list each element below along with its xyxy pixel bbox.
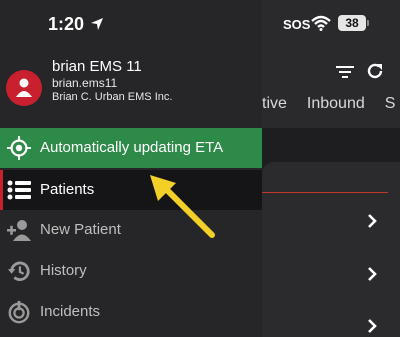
tab-active[interactable]: tive [262, 95, 287, 113]
background-list-panel [262, 162, 400, 337]
background-divider [262, 192, 388, 193]
crosshair-icon [7, 136, 31, 160]
menu-item-label: Patients [40, 181, 95, 198]
profile-header: brian EMS 11 brian.ems11 Brian C. Urban … [0, 52, 262, 122]
active-indicator [0, 170, 3, 210]
profile-username: brian.ems11 [52, 76, 118, 90]
menu-item-incidents[interactable]: Incidents [0, 292, 262, 332]
status-bar: 1:20 SOS 38 [0, 0, 400, 44]
menu-item-label: Incidents [40, 303, 101, 320]
app-screen: tive Inbound S brian EMS 11 brian.ems11 … [0, 0, 400, 337]
location-arrow-icon [91, 18, 103, 30]
profile-organization: Brian C. Urban EMS Inc. [52, 91, 173, 103]
incident-target-icon [8, 300, 30, 324]
eta-toggle-item[interactable]: Automatically updating ETA [0, 128, 262, 168]
menu-item-history[interactable]: History [0, 251, 262, 291]
battery-tip [367, 20, 369, 26]
filter-icon[interactable] [336, 64, 354, 80]
chevron-right-icon[interactable] [366, 213, 378, 229]
eta-label: Automatically updating ETA [40, 139, 224, 156]
list-icon [7, 180, 31, 200]
annotation-arrow-icon [150, 175, 215, 238]
user-icon [16, 78, 32, 97]
menu-item-label: History [40, 262, 87, 279]
status-time: 1:20 [48, 14, 85, 34]
avatar[interactable] [6, 70, 42, 106]
status-carrier: SOS [283, 17, 311, 32]
tab-inbound[interactable]: Inbound [307, 95, 365, 113]
menu-item-label: New Patient [40, 221, 121, 238]
chevron-right-icon[interactable] [366, 318, 378, 334]
background-tabs: tive Inbound S [262, 95, 395, 113]
profile-name: brian EMS 11 [52, 58, 142, 75]
refresh-icon[interactable] [366, 62, 384, 80]
wifi-icon [311, 15, 331, 31]
chevron-right-icon[interactable] [366, 266, 378, 282]
history-icon [7, 261, 30, 281]
battery-indicator: 38 [338, 15, 366, 31]
add-user-icon [7, 220, 31, 241]
tab-s[interactable]: S [385, 95, 396, 113]
